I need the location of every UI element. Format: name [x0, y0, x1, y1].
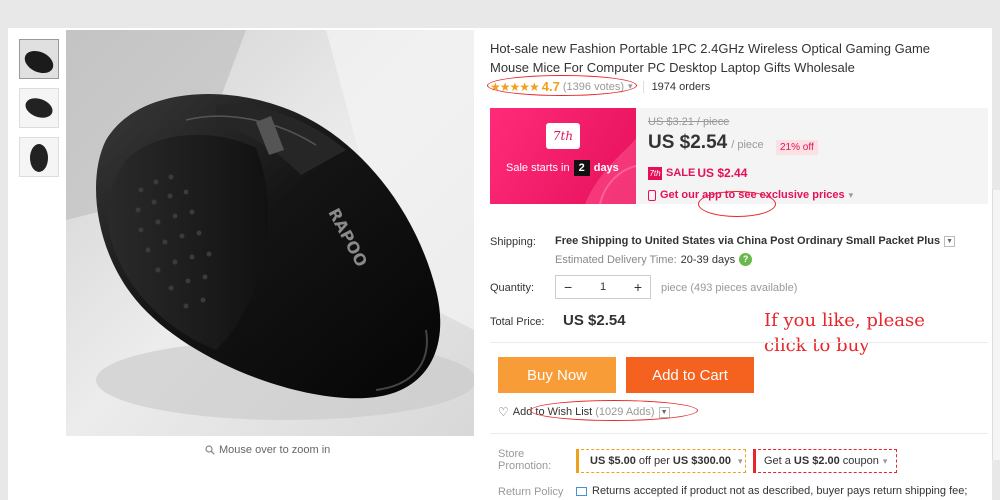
- chevron-down-icon: ▾: [848, 189, 854, 200]
- product-title: Hot-sale new Fashion Portable 1PC 2.4GHz…: [490, 41, 931, 75]
- coupon-suffix: coupon: [842, 455, 879, 467]
- promo-banner[interactable]: 7th Sale starts in 2 days: [490, 108, 636, 204]
- magnifier-icon: [205, 445, 215, 455]
- sale-days-unit: days: [593, 162, 619, 174]
- side-panel-edge: [992, 190, 1000, 460]
- coupon-value: US $2.00: [793, 455, 840, 467]
- return-policy-label: Return Policy: [498, 486, 564, 498]
- quantity-minus-button[interactable]: −: [564, 279, 572, 295]
- chevron-down-icon: ▾: [737, 455, 743, 466]
- store-discount-coupon[interactable]: US $5.00 off per US $300.00 ▾: [576, 449, 746, 473]
- chevron-down-icon[interactable]: ▾: [628, 81, 633, 92]
- sale-days-value: 2: [573, 160, 590, 176]
- chevron-down-icon: ▾: [882, 455, 888, 466]
- price-block: 7th Sale starts in 2 days US $3.21 / pie…: [490, 108, 988, 217]
- app-price-text: Get our app to see exclusive prices: [660, 189, 845, 201]
- rating-value: 4.7: [541, 79, 560, 94]
- main-product-image[interactable]: RAPOO: [66, 30, 474, 436]
- rating-row: ★★★★★ 4.7 (1396 votes) ▾ 1974 orders: [490, 79, 710, 94]
- annotation-line-2: click to buy: [764, 335, 870, 356]
- help-icon[interactable]: ?: [739, 253, 753, 266]
- wish-list-label: Add to Wish List: [512, 406, 593, 418]
- thumbnail-3[interactable]: [19, 137, 59, 177]
- quantity-stepper: − 1 +: [555, 275, 651, 299]
- document-icon: [576, 486, 587, 496]
- wish-list-link[interactable]: ♡ Add to Wish List (1029 Adds) ▼: [498, 405, 670, 419]
- return-policy: Returns accepted if product not as descr…: [576, 485, 967, 497]
- shipping-method[interactable]: Free Shipping to United States via China…: [555, 235, 956, 247]
- return-policy-text: Returns accepted if product not as descr…: [592, 485, 968, 497]
- thumbnail-2[interactable]: [19, 88, 59, 128]
- seventh-anniversary-badge: 7th: [546, 123, 580, 149]
- chevron-down-icon[interactable]: ▼: [944, 235, 956, 247]
- orders-count: 1974 orders: [651, 80, 711, 93]
- store-promotion-label-line1: Store: [498, 448, 525, 460]
- chevron-down-icon[interactable]: ▼: [658, 406, 670, 418]
- store-promotion-label-line2: Promotion:: [498, 460, 552, 472]
- sale-starts-label: Sale starts in: [506, 162, 570, 174]
- handwritten-annotation: If you like, please click to buy: [764, 308, 925, 358]
- add-to-cart-button[interactable]: Add to Cart: [626, 357, 754, 393]
- thumbnail-1[interactable]: [19, 39, 59, 79]
- buy-now-button[interactable]: Buy Now: [498, 357, 616, 393]
- phone-icon: [648, 189, 656, 201]
- sale-badge-icon: 7th: [648, 166, 662, 180]
- get-coupon-button[interactable]: Get a US $2.00 coupon ▾: [753, 449, 897, 473]
- total-price-label: Total Price:: [490, 316, 545, 328]
- delivery-estimate-days: 20-39 days: [680, 253, 736, 266]
- divider: [490, 433, 988, 434]
- zoom-hint-text: Mouse over to zoom in: [219, 444, 331, 456]
- sale-price-row: 7th SALE US $2.44: [648, 166, 747, 180]
- annotation-line-1: If you like, please: [764, 310, 925, 331]
- store-promotion-label: Store Promotion:: [498, 448, 551, 472]
- quantity-label: Quantity:: [490, 282, 535, 294]
- votes-link[interactable]: (1396 votes): [563, 81, 624, 93]
- coupon-prefix: Get a: [764, 455, 791, 467]
- quantity-available: piece (493 pieces available): [661, 282, 798, 294]
- heart-icon: ♡: [498, 405, 509, 419]
- app-price-link[interactable]: Get our app to see exclusive prices ▾: [648, 189, 853, 201]
- delivery-estimate: Estimated Delivery Time: 20-39 days ?: [555, 253, 753, 266]
- star-rating-icon: ★★★★★: [490, 79, 540, 94]
- coupon-amount: US $5.00: [590, 455, 636, 467]
- coupon-text: off per: [638, 455, 670, 467]
- per-piece-label: / piece: [731, 139, 764, 151]
- sale-countdown: Sale starts in 2 days: [506, 160, 619, 176]
- delivery-estimate-label: Estimated Delivery Time:: [555, 253, 677, 266]
- quantity-plus-button[interactable]: +: [634, 279, 642, 295]
- divider: [490, 342, 988, 343]
- thumbnail-list: [19, 39, 59, 186]
- divider: [642, 80, 644, 93]
- current-price: US $2.54: [648, 132, 728, 153]
- shipping-method-text: Free Shipping to United States via China…: [555, 235, 941, 247]
- total-price: US $2.54: [563, 312, 626, 329]
- product-page: RAPOO Mouse over to zoom in Hot-sale new…: [8, 28, 992, 500]
- sale-label: SALE: [666, 167, 696, 179]
- original-price: US $3.21 / piece: [648, 116, 730, 128]
- wish-list-count: (1029 Adds): [595, 406, 655, 418]
- zoom-hint: Mouse over to zoom in: [205, 444, 330, 456]
- quantity-input[interactable]: 1: [600, 281, 606, 293]
- sale-price: US $2.44: [697, 166, 748, 180]
- coupon-threshold: US $300.00: [672, 455, 731, 467]
- shipping-label: Shipping:: [490, 236, 536, 248]
- current-price-row: US $2.54/ piece: [648, 132, 764, 154]
- discount-badge: 21% off: [776, 140, 818, 155]
